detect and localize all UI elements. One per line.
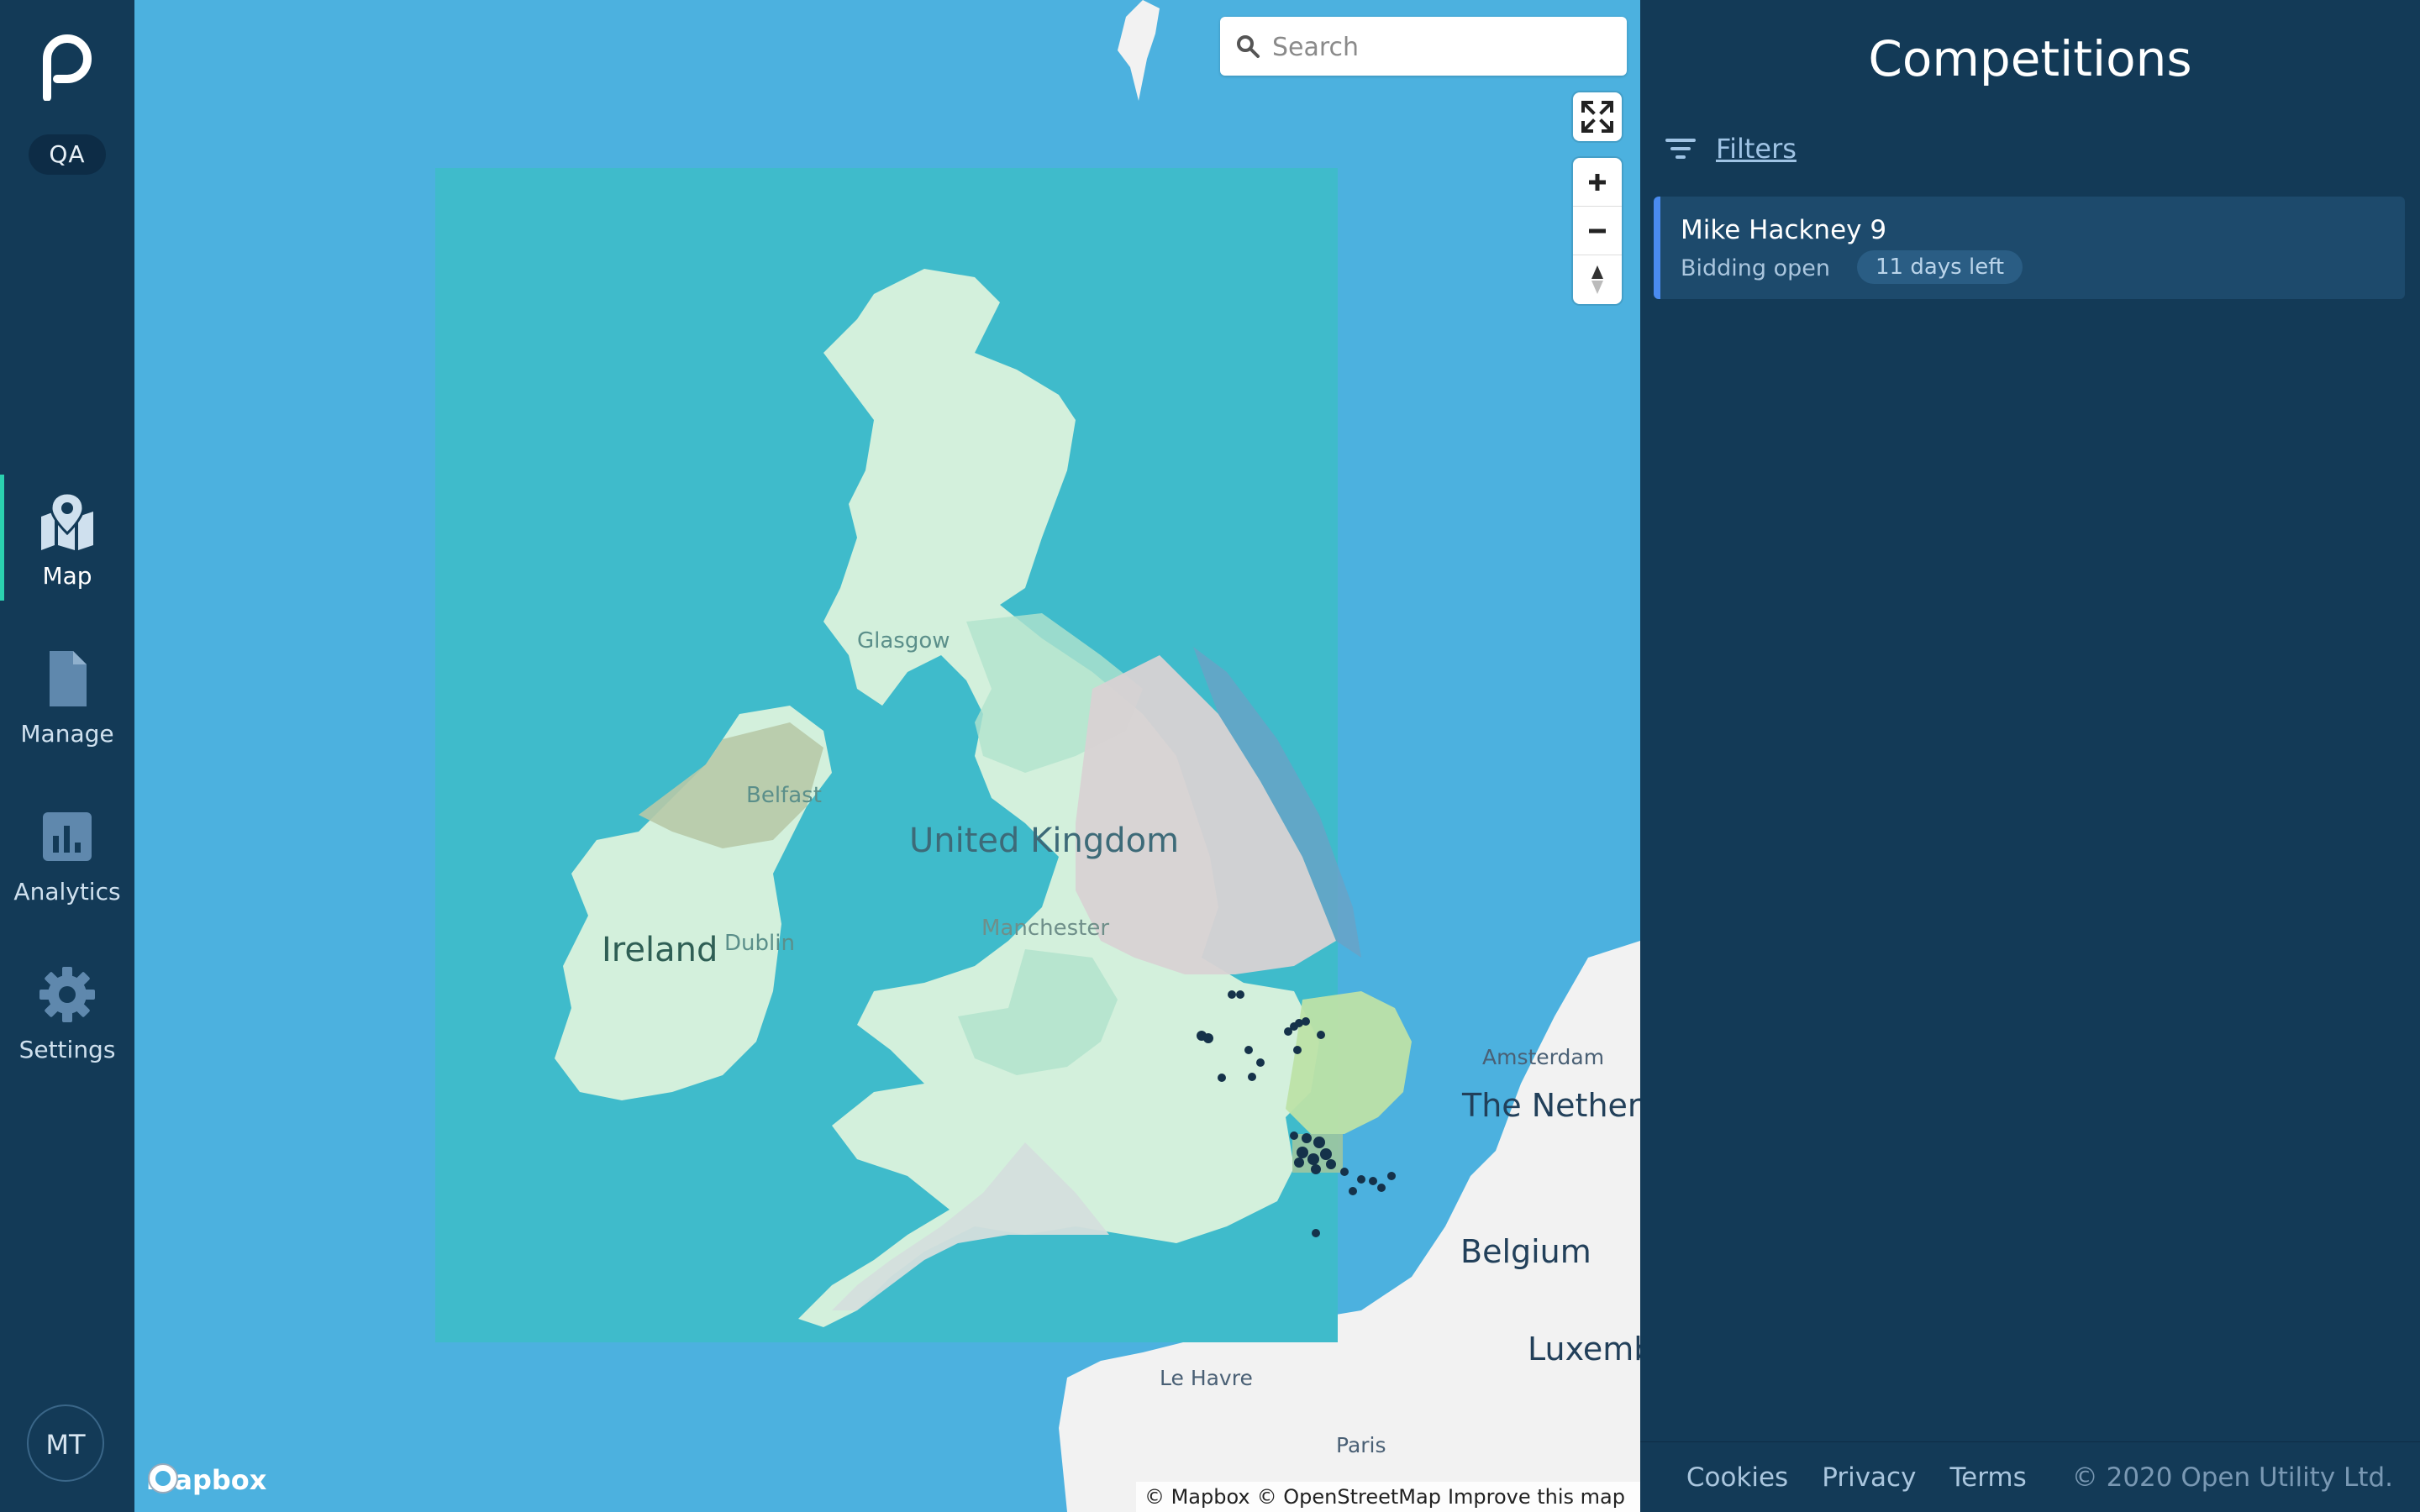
map-label-netherlands: The Netherl: [1462, 1087, 1640, 1124]
plus-icon: [1589, 174, 1606, 191]
fullscreen-icon: [1581, 101, 1613, 133]
improve-map-link[interactable]: Improve this map: [1448, 1485, 1625, 1509]
zoom-out-button[interactable]: [1573, 207, 1622, 255]
sidebar-item-label: Settings: [18, 1036, 116, 1063]
sidebar-item-label: Map: [42, 562, 92, 590]
sidebar-item-label: Manage: [20, 720, 114, 748]
mapbox-logo[interactable]: mapbox: [146, 1462, 266, 1499]
fullscreen-button[interactable]: [1573, 92, 1622, 141]
competition-name: Mike Hackney 9: [1681, 215, 1887, 245]
competitions-panel: Competitions Filters Mike Hackney 9 Bidd…: [1640, 0, 2420, 1512]
attribution-osm-link[interactable]: © OpenStreetMap: [1257, 1485, 1441, 1509]
sidebar-item-map[interactable]: Map: [0, 475, 134, 633]
map-label-amsterdam: Amsterdam: [1482, 1045, 1605, 1069]
filters-link[interactable]: Filters: [1716, 133, 1797, 165]
search-input[interactable]: [1270, 17, 1618, 77]
search-icon: [1237, 35, 1260, 58]
map-label-belfast: Belfast: [746, 783, 822, 808]
zoom-in-button[interactable]: [1573, 158, 1622, 207]
panel-title: Competitions: [1868, 30, 2192, 87]
sidebar: QA Map Manage Analytics Settings MT: [0, 0, 134, 1512]
shetland-land: [1118, 0, 1160, 101]
attribution-mapbox-link[interactable]: © Mapbox: [1144, 1485, 1250, 1509]
map-label-paris: Paris: [1336, 1433, 1386, 1457]
east-anglia-region: [1286, 991, 1412, 1134]
map-canvas[interactable]: Glasgow Belfast United Kingdom Ireland D…: [134, 0, 1640, 1512]
document-icon: [50, 651, 87, 706]
logo-icon[interactable]: [37, 34, 97, 101]
sidebar-item-settings[interactable]: Settings: [0, 948, 134, 1106]
filter-icon: [1665, 139, 1696, 159]
compass-icon: [1591, 265, 1603, 294]
sidebar-nav: Map Manage Analytics Settings: [0, 475, 134, 1106]
user-avatar[interactable]: MT: [27, 1404, 104, 1482]
footer-link-privacy[interactable]: Privacy: [1822, 1462, 1916, 1493]
footer: Cookies Privacy Terms © 2020 Open Utilit…: [1640, 1441, 2420, 1512]
minus-icon: [1589, 228, 1606, 234]
copyright-text: © 2020 Open Utility Ltd.: [2071, 1462, 2393, 1493]
compass-button[interactable]: [1573, 255, 1622, 304]
map-graphics: [435, 0, 1640, 1512]
sidebar-item-analytics[interactable]: Analytics: [0, 790, 134, 948]
filters-toggle[interactable]: Filters: [1665, 133, 1797, 165]
zoom-controls: [1573, 158, 1622, 304]
sidebar-item-label: Analytics: [13, 878, 121, 906]
competition-card[interactable]: Mike Hackney 9 Bidding open 11 days left: [1654, 197, 2405, 299]
map-attribution: © Mapbox © OpenStreetMap Improve this map: [1135, 1482, 1640, 1512]
gear-icon: [39, 967, 95, 1022]
sidebar-item-manage[interactable]: Manage: [0, 633, 134, 790]
map-label-ireland: Ireland: [602, 931, 718, 969]
bar-chart-icon: [43, 812, 92, 861]
map-label-dublin: Dublin: [724, 931, 795, 956]
map-label-uk: United Kingdom: [909, 822, 1180, 860]
map-label-manchester: Manchester: [981, 916, 1110, 941]
map-label-belgium: Belgium: [1460, 1233, 1591, 1270]
footer-link-terms[interactable]: Terms: [1949, 1462, 2026, 1493]
map-pin-icon: [41, 491, 93, 550]
environment-badge: QA: [29, 134, 106, 175]
time-left-badge: 11 days left: [1857, 250, 2023, 284]
map-label-le-havre: Le Havre: [1160, 1366, 1253, 1390]
footer-link-cookies[interactable]: Cookies: [1686, 1462, 1788, 1493]
map-label-luxembourg: Luxemb: [1528, 1331, 1640, 1368]
map-search: [1220, 17, 1627, 77]
competition-status: Bidding open: [1681, 255, 1831, 281]
map-label-glasgow: Glasgow: [857, 628, 950, 654]
mapbox-logo-icon: [148, 1463, 178, 1494]
